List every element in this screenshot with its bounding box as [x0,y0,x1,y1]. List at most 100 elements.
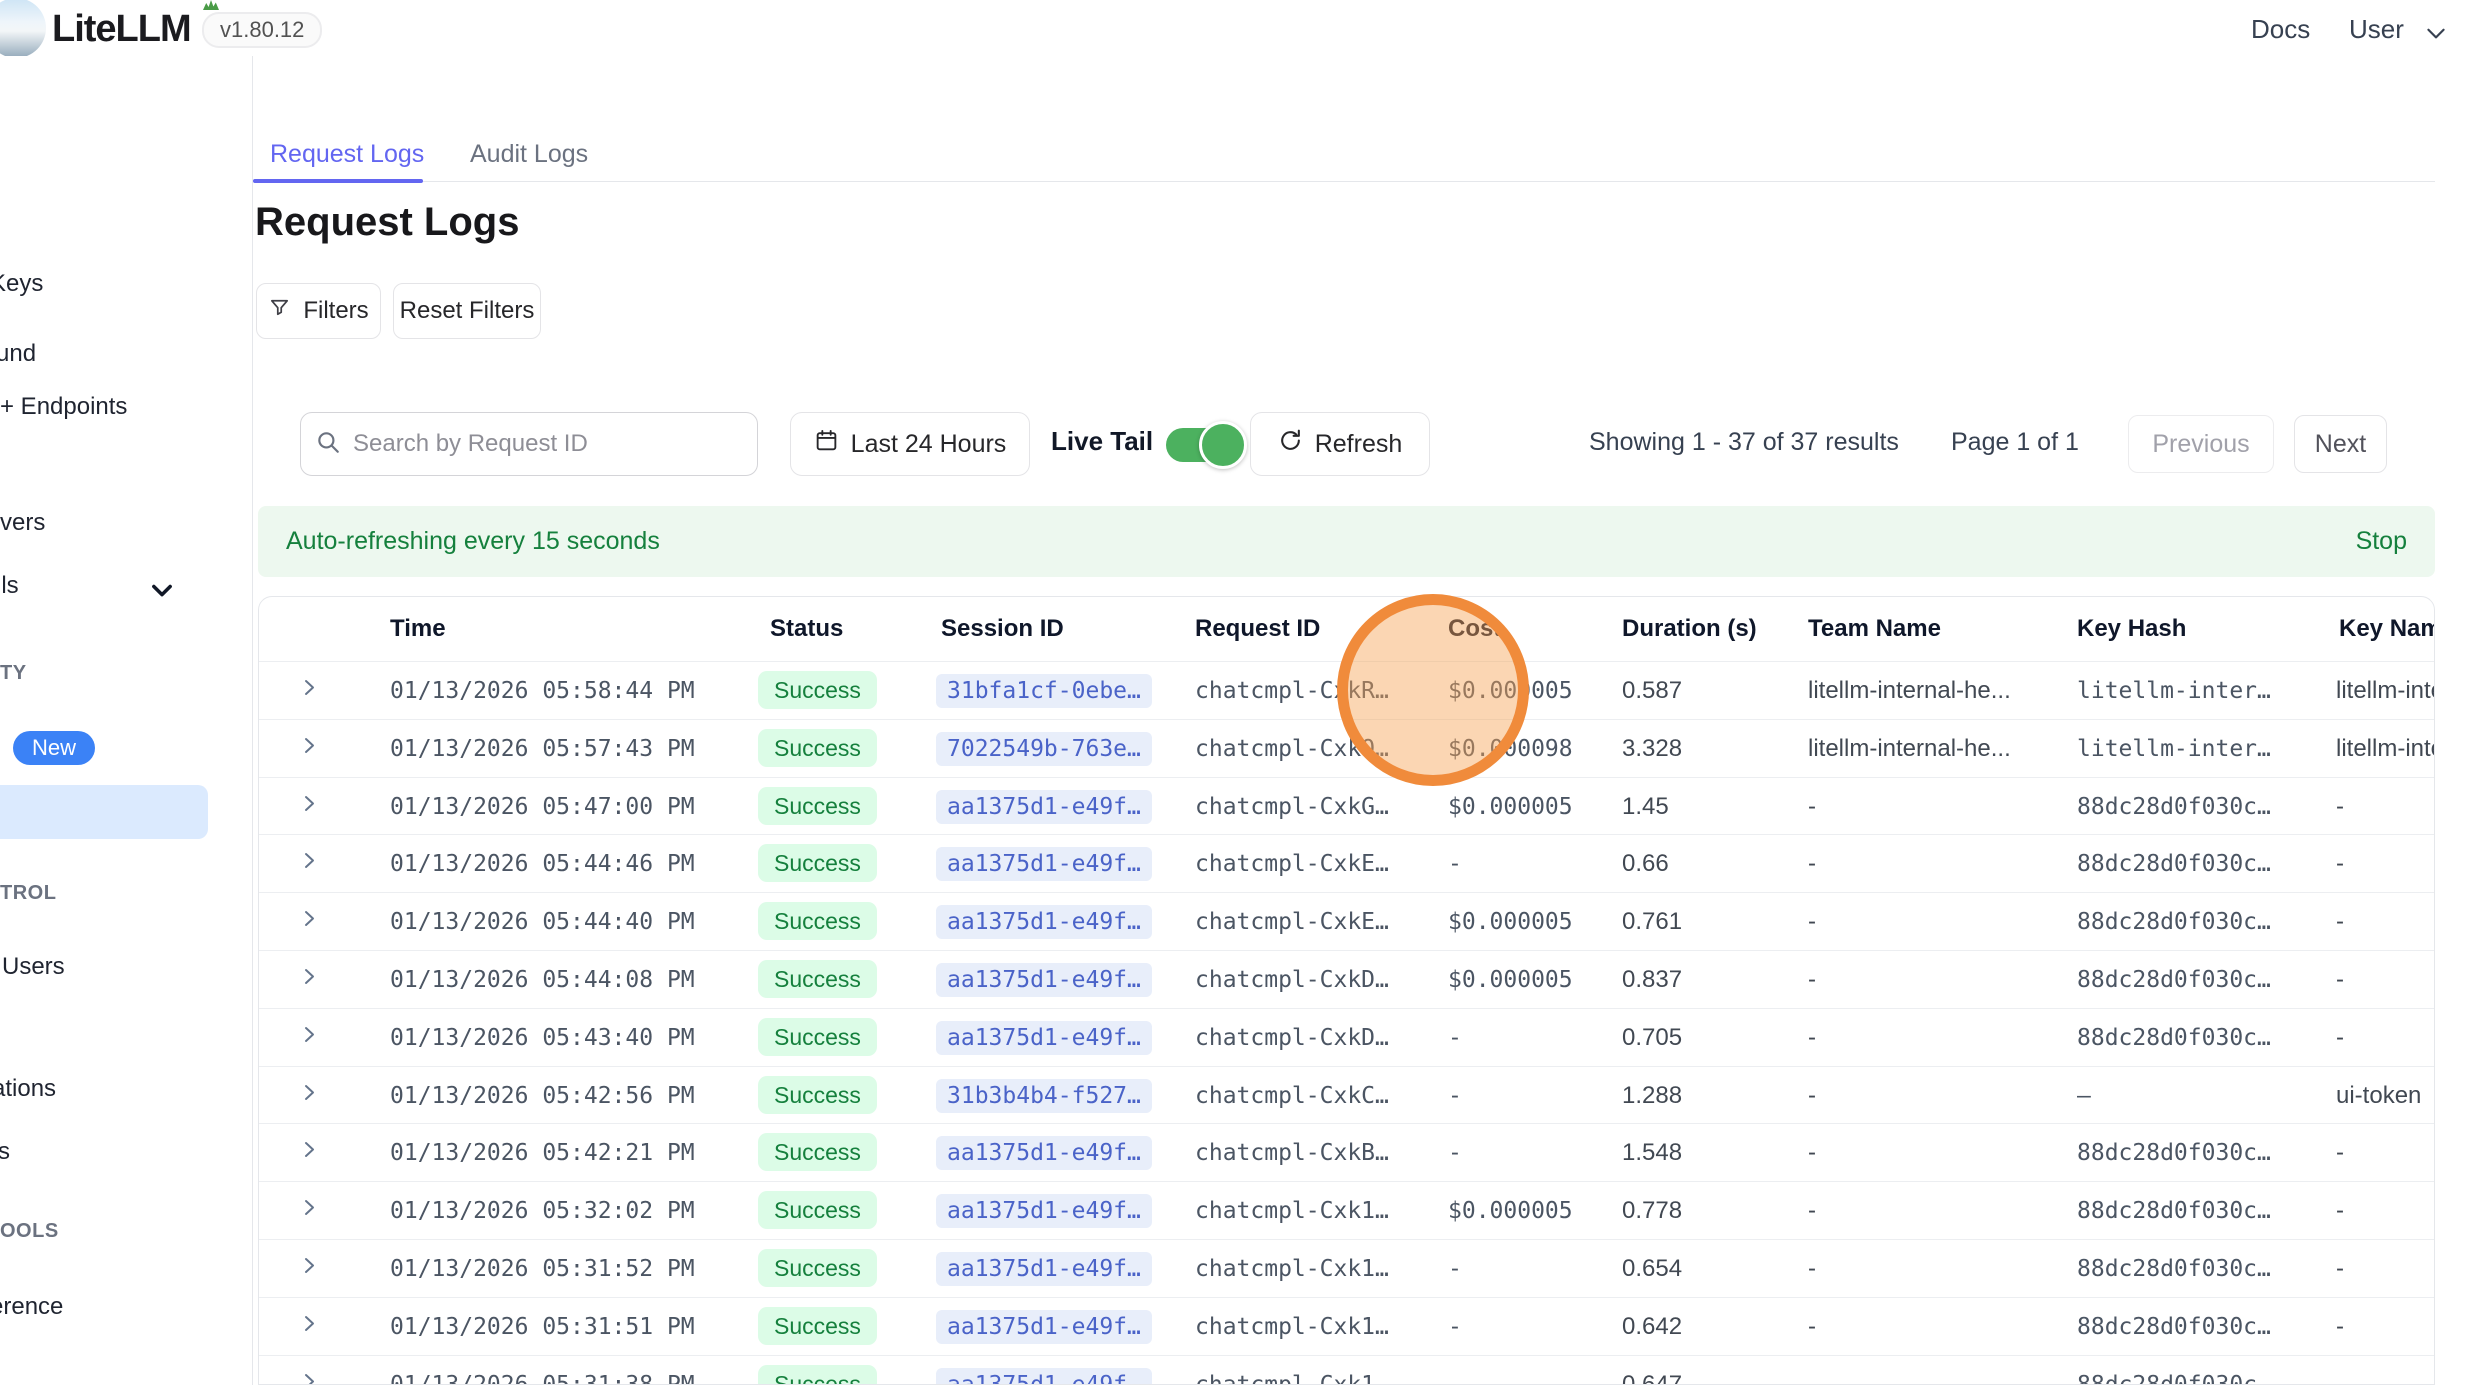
table-row: 01/13/2026 05:43:40 PMSuccessaa1375d1-e4… [259,1008,2434,1067]
session-id-link[interactable]: aa1375d1-e49f… [936,1021,1152,1055]
search-box [300,412,758,476]
nav-docs-link[interactable]: Docs [2251,14,2310,45]
sidebar-item-logs-selected[interactable] [0,785,208,839]
cell-time: 01/13/2026 05:58:44 PM [390,678,695,704]
refresh-button[interactable]: Refresh [1250,412,1430,476]
cell-session-id: aa1375d1-e49f… [936,1371,1152,1385]
stop-auto-refresh-button[interactable]: Stop [2356,527,2407,556]
page-info: Page 1 of 1 [1951,428,2079,457]
sidebar-item-reference[interactable]: erence [0,1293,63,1321]
expand-row-icon[interactable] [297,1022,321,1053]
cell-status: Success [758,850,877,878]
expand-row-icon[interactable] [297,849,321,880]
cell-team-name: - [1808,1313,1816,1341]
refresh-label: Refresh [1315,430,1403,459]
table-row: 01/13/2026 05:58:44 PMSuccess31bfa1cf-0e… [259,661,2434,720]
cell-session-id: aa1375d1-e49f… [936,966,1152,994]
sidebar-item-users[interactable]: Users [2,953,65,981]
nav-user-menu[interactable]: User [2349,14,2404,45]
next-page-button[interactable]: Next [2294,415,2387,473]
expand-row-icon[interactable] [297,1369,321,1385]
search-input[interactable] [351,429,743,459]
session-id-link[interactable]: aa1375d1-e49f… [936,1368,1152,1385]
cell-time: 01/13/2026 05:47:00 PM [390,794,695,820]
cell-session-id: 31b3b4b4-f527… [936,1082,1152,1110]
expand-row-icon[interactable] [297,1138,321,1169]
cell-status: Success [758,908,877,936]
status-badge: Success [758,1133,877,1171]
cell-cost: - [1448,1314,1462,1340]
column-header: Team Name [1808,615,1941,643]
expand-row-icon[interactable] [297,907,321,938]
expand-row-icon[interactable] [297,733,321,764]
cell-status: Success [758,1139,877,1167]
session-id-link[interactable]: aa1375d1-e49f… [936,1310,1152,1344]
session-id-link[interactable]: 7022549b-763e… [936,732,1152,766]
expand-row-icon[interactable] [297,676,321,707]
live-tail-label: Live Tail [1051,426,1153,457]
sidebar-item-teams[interactable]: s [0,1138,10,1166]
expand-row-icon[interactable] [297,1311,321,1342]
chevron-down-icon[interactable] [148,576,176,609]
cell-key-hash: litellm-inter… [2077,736,2271,762]
cell-status: Success [758,966,877,994]
session-id-link[interactable]: aa1375d1-e49f… [936,1194,1152,1228]
cell-key-hash: litellm-inter… [2077,678,2271,704]
brand-name: LiteLLM [52,8,191,51]
session-id-link[interactable]: aa1375d1-e49f… [936,790,1152,824]
cell-session-id: aa1375d1-e49f… [936,850,1152,878]
cell-session-id: aa1375d1-e49f… [936,908,1152,936]
expand-row-icon[interactable] [297,965,321,996]
sidebar-item-ils[interactable]: ils [0,572,19,600]
cell-duration: 0.654 [1622,1255,1682,1283]
logs-table: TimeStatusSession IDRequest IDCostDurati… [258,596,2435,1385]
session-id-link[interactable]: 31bfa1cf-0ebe… [936,674,1152,708]
sidebar-item-endpoints[interactable]: + Endpoints [0,393,127,421]
tab-request-logs[interactable]: Request Logs [270,140,424,169]
funnel-icon [268,296,291,326]
cell-request-id: chatcmpl-CxkG… [1195,794,1389,820]
sidebar-item-playground[interactable]: und [0,340,36,368]
cell-status: Success [758,1197,877,1225]
cell-team-name: - [1808,1197,1816,1225]
session-id-link[interactable]: 31b3b4b4-f527… [936,1079,1152,1113]
column-header: Key Hash [2077,615,2186,643]
cell-key-name: litellm-inte [2336,677,2435,705]
expand-row-icon[interactable] [297,1080,321,1111]
session-id-link[interactable]: aa1375d1-e49f… [936,963,1152,997]
filters-button[interactable]: Filters [256,283,381,339]
cell-team-name: - [1808,1255,1816,1283]
session-id-link[interactable]: aa1375d1-e49f… [936,905,1152,939]
column-header: Cost [1448,615,1501,643]
cell-team-name: - [1808,908,1816,936]
sidebar-item-organizations[interactable]: ations [0,1075,56,1103]
cell-time: 01/13/2026 05:44:08 PM [390,967,695,993]
reset-filters-button[interactable]: Reset Filters [393,283,541,339]
time-range-button[interactable]: Last 24 Hours [790,412,1030,476]
session-id-link[interactable]: aa1375d1-e49f… [936,1136,1152,1170]
previous-page-button[interactable]: Previous [2128,415,2274,473]
expand-row-icon[interactable] [297,1196,321,1227]
cell-session-id: aa1375d1-e49f… [936,793,1152,821]
cell-cost: $0.000005 [1448,967,1573,993]
sidebar-item-servers[interactable]: rvers [0,509,45,537]
session-id-link[interactable]: aa1375d1-e49f… [936,847,1152,881]
expand-row-icon[interactable] [297,791,321,822]
cell-team-name: litellm-internal-he... [1808,677,2011,705]
session-id-link[interactable]: aa1375d1-e49f… [936,1252,1152,1286]
cell-time: 01/13/2026 05:31:52 PM [390,1256,695,1282]
chevron-down-icon[interactable] [2423,20,2449,51]
status-badge: Success [758,1191,877,1229]
cell-cost: $0.000005 [1448,1198,1573,1224]
table-row: 01/13/2026 05:44:46 PMSuccessaa1375d1-e4… [259,834,2434,893]
cell-key-name: - [2336,1024,2344,1052]
cell-request-id: chatcmpl-CxkQ… [1195,736,1389,762]
expand-row-icon[interactable] [297,1254,321,1285]
status-badge: Success [758,960,877,998]
cell-key-hash: 88dc28d0f030c… [2077,1025,2271,1051]
sidebar-item-keys[interactable]: Keys [0,270,43,298]
cell-cost: - [1448,1372,1462,1385]
tab-audit-logs[interactable]: Audit Logs [470,140,588,169]
cell-status: Success [758,1255,877,1283]
live-tail-toggle-knob[interactable] [1199,421,1247,469]
